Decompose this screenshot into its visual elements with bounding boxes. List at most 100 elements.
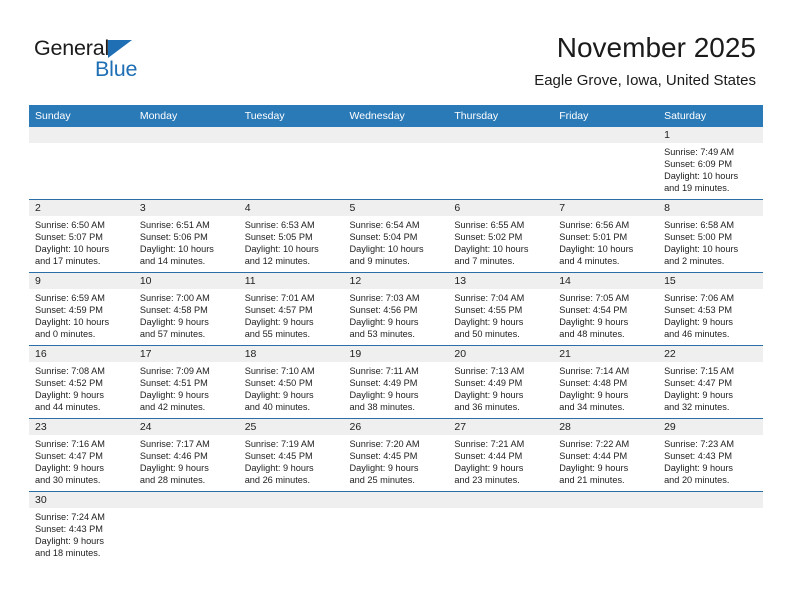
calendar-day-cell[interactable]: 11 Sunrise: 7:01 AM Sunset: 4:57 PM Dayligh… [238,272,344,346]
daylight-text-line2: and 55 minutes. [244,329,311,340]
daylight-text-line2: and 30 minutes. [35,475,101,486]
calendar-cell-empty [553,491,659,564]
calendar-day-cell[interactable]: 24 Sunrise: 7:17 AM Sunset: 4:46 PM Dayligh… [133,418,239,492]
day-number: 20 [448,346,554,362]
daylight-text-line1: Daylight: 9 hours [454,317,524,328]
day-number: 13 [448,273,554,289]
day-number: 10 [133,273,239,289]
calendar-day-cell[interactable]: 26 Sunrise: 7:20 AM Sunset: 4:45 PM Dayligh… [343,418,449,492]
sunrise-text: Sunrise: 7:06 AM [664,293,735,303]
column-header-friday: Friday [553,105,659,127]
day-details: Sunrise: 6:56 AM Sunset: 5:01 PM Daylight:… [553,216,658,267]
calendar-week-row: 16 Sunrise: 7:08 AM Sunset: 4:52 PM Dayligh… [29,345,763,419]
day-details: Sunrise: 6:54 AM Sunset: 5:04 PM Daylight:… [344,216,449,267]
daylight-text-line2: and 57 minutes. [139,329,206,340]
calendar-day-cell[interactable]: 23 Sunrise: 7:16 AM Sunset: 4:47 PM Dayligh… [29,418,134,492]
day-details: Sunrise: 7:03 AM Sunset: 4:56 PM Daylight:… [344,289,449,340]
daylight-text-line1: Daylight: 10 hours [559,244,634,255]
daylight-text-line2: and 14 minutes. [139,256,206,267]
day-details: Sunrise: 6:59 AM Sunset: 4:59 PM Daylight:… [29,289,134,340]
sunset-text: Sunset: 4:53 PM [664,305,732,316]
sunrise-text: Sunrise: 7:05 AM [559,293,630,303]
daylight-text-line2: and 20 minutes. [664,475,730,486]
calendar-day-cell[interactable]: 17 Sunrise: 7:09 AM Sunset: 4:51 PM Dayligh… [133,345,239,419]
brand-name-blue: Blue [95,57,138,81]
calendar-day-cell[interactable]: 8 Sunrise: 6:58 AM Sunset: 5:00 PM Daylight… [658,199,763,273]
calendar-cell-empty [238,127,344,200]
daylight-text-line1: Daylight: 9 hours [139,390,209,401]
day-details: Sunrise: 7:06 AM Sunset: 4:53 PM Daylight:… [658,289,763,340]
day-number [658,492,763,508]
calendar-day-cell[interactable]: 29 Sunrise: 7:23 AM Sunset: 4:43 PM Dayligh… [658,418,763,492]
day-details: Sunrise: 7:19 AM Sunset: 4:45 PM Daylight:… [239,435,344,486]
calendar-day-cell[interactable]: 30 Sunrise: 7:24 AM Sunset: 4:43 PM Dayligh… [29,491,134,564]
calendar-day-cell[interactable]: 19 Sunrise: 7:11 AM Sunset: 4:49 PM Dayligh… [343,345,449,419]
calendar-day-cell[interactable]: 25 Sunrise: 7:19 AM Sunset: 4:45 PM Dayligh… [238,418,344,492]
daylight-text-line2: and 36 minutes. [454,402,520,413]
daylight-text-line1: Daylight: 9 hours [664,317,734,328]
day-details: Sunrise: 6:58 AM Sunset: 5:00 PM Daylight:… [658,216,763,267]
calendar-day-cell[interactable]: 6 Sunrise: 6:55 AM Sunset: 5:02 PM Daylight… [448,199,554,273]
calendar-day-cell[interactable]: 4 Sunrise: 6:53 AM Sunset: 5:05 PM Daylight… [238,199,344,273]
day-details: Sunrise: 7:17 AM Sunset: 4:46 PM Daylight:… [134,435,239,486]
calendar-week-row: 1 Sunrise: 7:49 AM Sunset: 6:09 PM Daylight… [29,127,763,200]
calendar-day-cell[interactable]: 22 Sunrise: 7:15 AM Sunset: 4:47 PM Dayligh… [658,345,763,419]
brand-logo[interactable]: General Blue [34,37,164,88]
daylight-text-line2: and 40 minutes. [244,402,311,413]
calendar-cell-empty [133,491,239,564]
sunset-text: Sunset: 4:56 PM [349,305,418,316]
calendar-day-cell[interactable]: 18 Sunrise: 7:10 AM Sunset: 4:50 PM Dayligh… [238,345,344,419]
calendar-cell-empty [343,491,449,564]
daylight-text-line1: Daylight: 9 hours [559,390,629,401]
sunset-text: Sunset: 4:44 PM [559,451,628,462]
calendar-day-cell[interactable]: 10 Sunrise: 7:00 AM Sunset: 4:58 PM Dayligh… [133,272,239,346]
sunset-text: Sunset: 4:47 PM [664,378,732,389]
daylight-text-line2: and 28 minutes. [139,475,206,486]
calendar-day-cell[interactable]: 27 Sunrise: 7:21 AM Sunset: 4:44 PM Dayligh… [448,418,554,492]
daylight-text-line2: and 21 minutes. [559,475,625,486]
daylight-text-line2: and 19 minutes. [664,183,730,194]
day-details: Sunrise: 7:01 AM Sunset: 4:57 PM Daylight:… [239,289,344,340]
sunset-text: Sunset: 4:44 PM [454,451,523,462]
day-number: 15 [658,273,763,289]
day-number: 23 [29,419,134,435]
calendar-day-cell[interactable]: 2 Sunrise: 6:50 AM Sunset: 5:07 PM Daylight… [29,199,134,273]
calendar-day-cell[interactable]: 7 Sunrise: 6:56 AM Sunset: 5:01 PM Daylight… [553,199,659,273]
calendar-day-cell[interactable]: 15 Sunrise: 7:06 AM Sunset: 4:53 PM Dayligh… [658,272,763,346]
day-number [133,492,239,508]
calendar-day-cell[interactable]: 3 Sunrise: 6:51 AM Sunset: 5:06 PM Daylight… [133,199,239,273]
calendar-day-cell[interactable]: 9 Sunrise: 6:59 AM Sunset: 4:59 PM Daylight… [29,272,134,346]
day-details: Sunrise: 7:09 AM Sunset: 4:51 PM Daylight:… [134,362,239,413]
sunrise-text: Sunrise: 7:22 AM [559,439,630,449]
calendar-day-cell[interactable]: 5 Sunrise: 6:54 AM Sunset: 5:04 PM Daylight… [343,199,449,273]
day-number: 29 [658,419,763,435]
calendar-day-cell[interactable]: 13 Sunrise: 7:04 AM Sunset: 4:55 PM Dayligh… [448,272,554,346]
sunrise-text: Sunrise: 7:23 AM [664,439,735,449]
daylight-text-line2: and 17 minutes. [35,256,101,267]
day-number: 21 [553,346,659,362]
sunset-text: Sunset: 4:50 PM [244,378,313,389]
daylight-text-line1: Daylight: 10 hours [664,171,739,182]
calendar-day-cell[interactable]: 1 Sunrise: 7:49 AM Sunset: 6:09 PM Daylight… [658,127,763,200]
calendar-day-cell[interactable]: 16 Sunrise: 7:08 AM Sunset: 4:52 PM Dayligh… [29,345,134,419]
calendar-day-cell[interactable]: 14 Sunrise: 7:05 AM Sunset: 4:54 PM Dayligh… [553,272,659,346]
column-header-thursday: Thursday [448,105,554,127]
sunrise-text: Sunrise: 7:16 AM [35,439,105,449]
daylight-text-line1: Daylight: 10 hours [664,244,739,255]
calendar-page: General Blue November 2025 Eagle Grove, … [0,0,792,612]
calendar-day-cell[interactable]: 21 Sunrise: 7:14 AM Sunset: 4:48 PM Dayligh… [553,345,659,419]
day-number [448,492,554,508]
day-number: 24 [133,419,239,435]
sunset-text: Sunset: 5:05 PM [244,232,313,243]
calendar-day-cell[interactable]: 20 Sunrise: 7:13 AM Sunset: 4:49 PM Dayligh… [448,345,554,419]
sunrise-text: Sunrise: 7:11 AM [349,366,419,376]
calendar-cell-empty [448,127,554,200]
day-details: Sunrise: 7:23 AM Sunset: 4:43 PM Daylight:… [658,435,763,486]
calendar-day-cell[interactable]: 12 Sunrise: 7:03 AM Sunset: 4:56 PM Dayligh… [343,272,449,346]
sunrise-text: Sunrise: 7:14 AM [559,366,630,376]
sunset-text: Sunset: 4:47 PM [35,451,103,462]
day-details: Sunrise: 7:13 AM Sunset: 4:49 PM Daylight:… [448,362,553,413]
calendar-day-cell[interactable]: 28 Sunrise: 7:22 AM Sunset: 4:44 PM Dayligh… [553,418,659,492]
brand-triangle-icon [108,40,132,58]
column-header-saturday: Saturday [658,105,763,127]
